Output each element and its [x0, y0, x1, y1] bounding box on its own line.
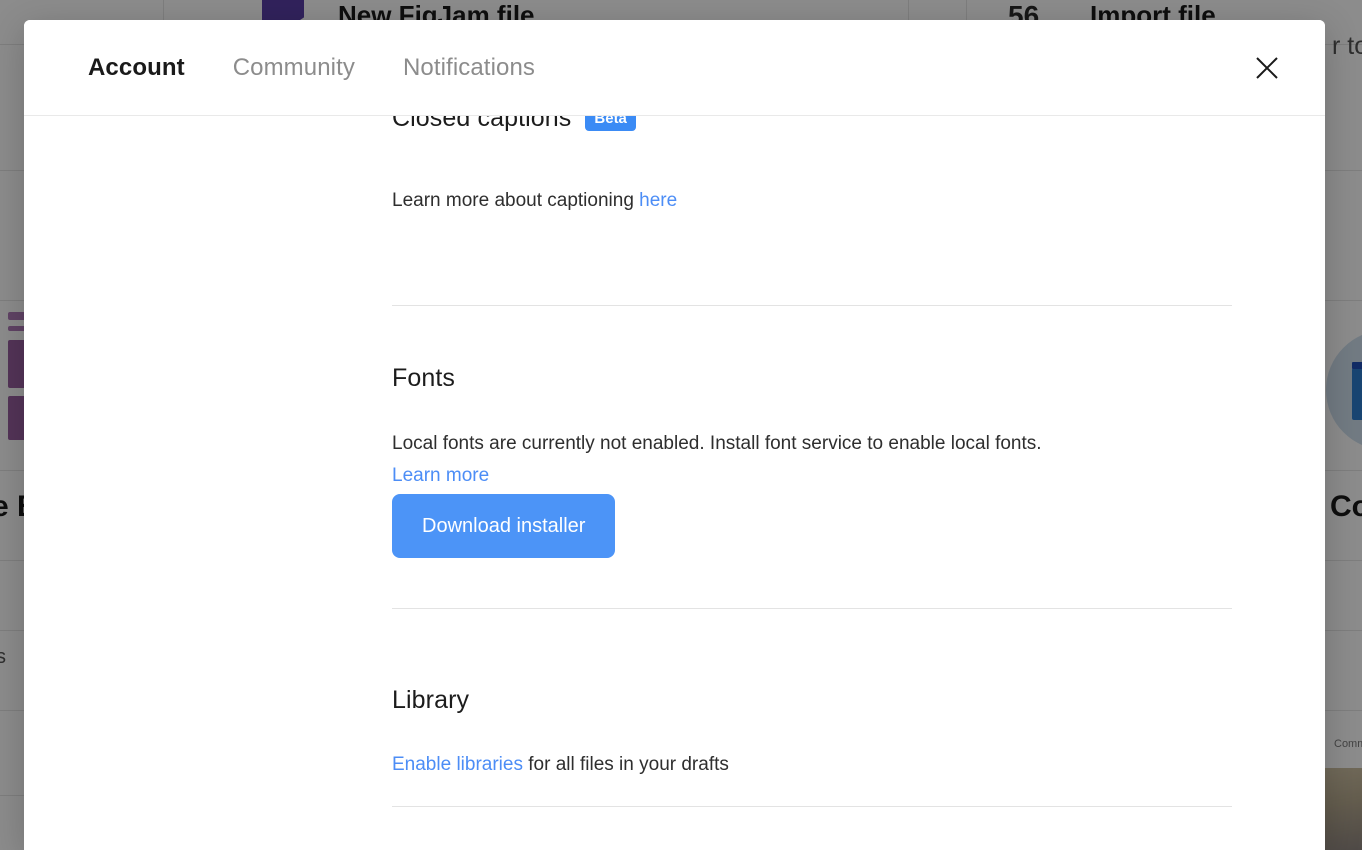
fonts-description-text: Local fonts are currently not enabled. I…: [392, 433, 1042, 454]
fonts-description: Local fonts are currently not enabled. I…: [392, 428, 1232, 492]
tab-account[interactable]: Account: [88, 54, 185, 82]
library-description: Enable libraries for all files in your d…: [392, 749, 1232, 781]
settings-modal: Closed captions Beta Learn more about ca…: [24, 20, 1325, 850]
download-installer-button[interactable]: Download installer: [392, 494, 616, 558]
tab-notifications[interactable]: Notifications: [403, 54, 535, 82]
fonts-section-title: Fonts: [392, 364, 456, 392]
close-button[interactable]: [1249, 50, 1285, 86]
close-icon: [1256, 56, 1278, 79]
section-divider: [392, 806, 1232, 807]
section-divider: [392, 305, 1232, 306]
settings-modal-header: Account Community Notifications: [24, 20, 1325, 116]
settings-scroll-area[interactable]: Closed captions Beta Learn more about ca…: [24, 20, 1325, 850]
captioning-here-link[interactable]: here: [639, 190, 677, 211]
fonts-learn-more-link[interactable]: Learn more: [392, 465, 489, 486]
settings-tabs: Account Community Notifications: [88, 20, 535, 116]
library-description-text: for all files in your drafts: [522, 754, 729, 775]
section-divider: [392, 608, 1232, 609]
closed-captions-description: Learn more about captioning here: [392, 185, 1232, 217]
tab-community[interactable]: Community: [233, 54, 355, 82]
enable-libraries-link[interactable]: Enable libraries: [392, 754, 523, 775]
library-section-title: Library: [392, 686, 470, 714]
closed-captions-description-text: Learn more about captioning: [392, 190, 640, 211]
download-installer-row: Download installer: [392, 494, 1232, 558]
